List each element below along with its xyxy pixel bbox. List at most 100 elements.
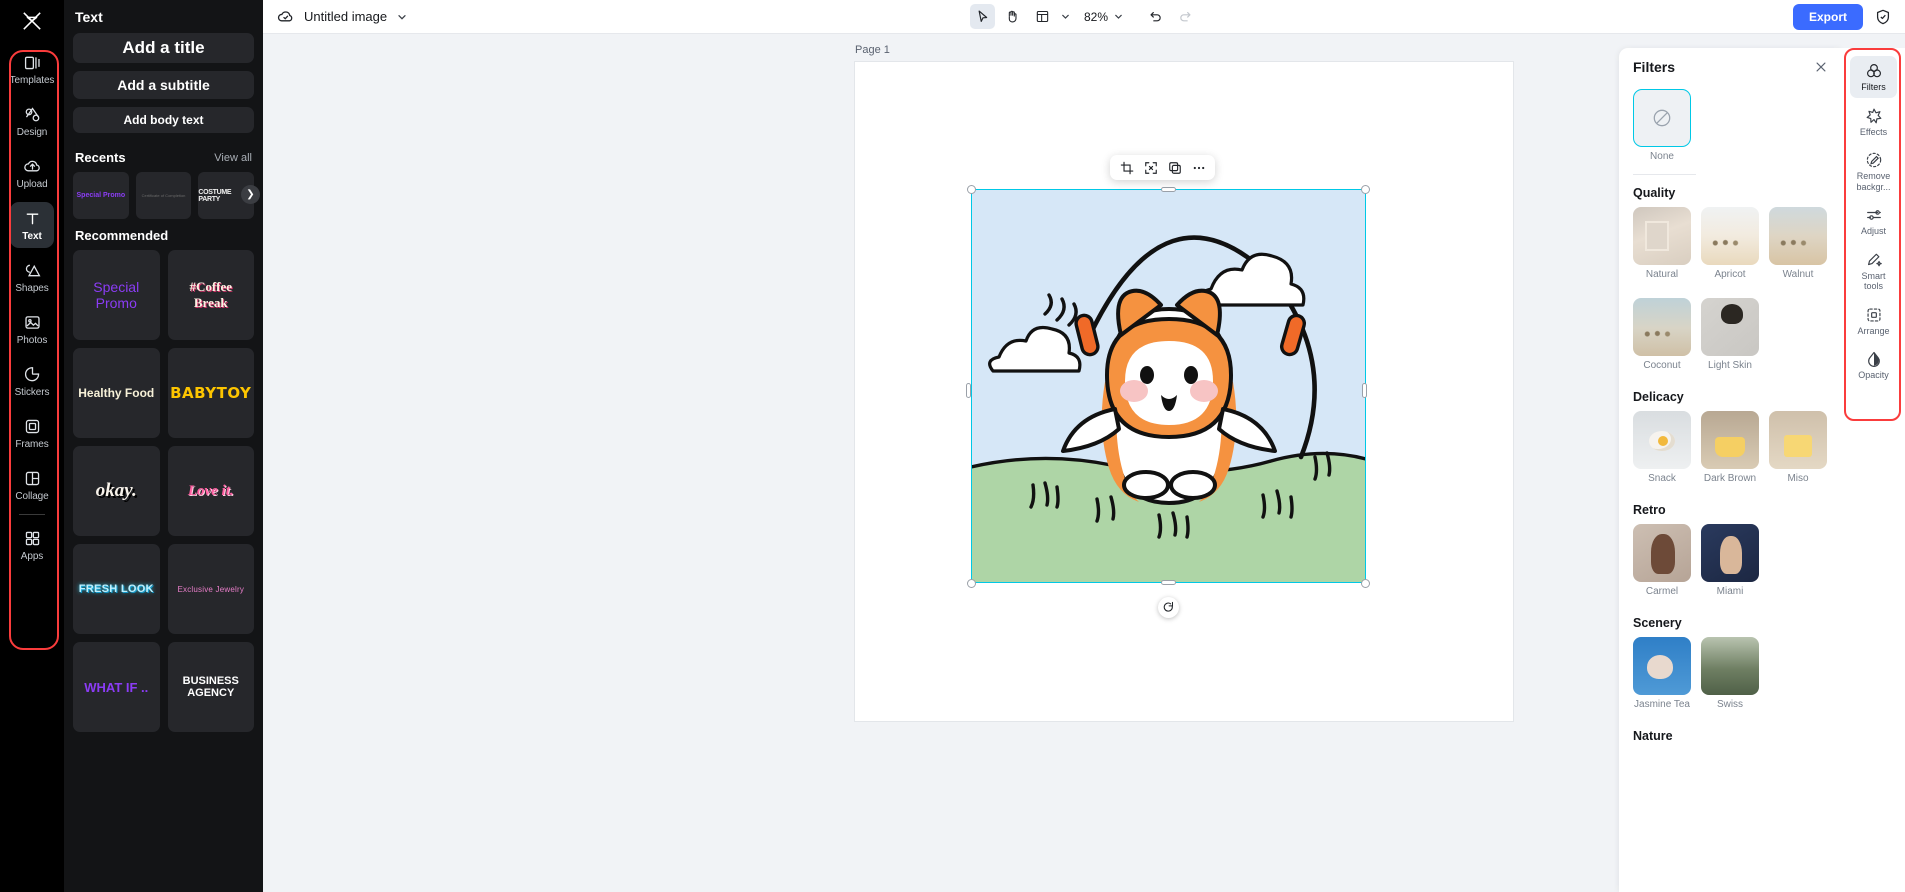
- recommended-grid: Special Promo #Coffee Break Healthy Food…: [73, 250, 254, 732]
- filter-item[interactable]: Coconut: [1633, 298, 1691, 371]
- template-card[interactable]: BUSINESS AGENCY: [167, 642, 254, 732]
- recent-item[interactable]: Special Promo: [73, 172, 129, 219]
- filter-group-title: Nature: [1633, 729, 1673, 743]
- filter-item[interactable]: Natural: [1633, 207, 1691, 280]
- template-card[interactable]: Healthy Food: [73, 348, 160, 438]
- template-card[interactable]: #Coffee Break: [167, 250, 254, 340]
- sidebar-label: Design: [16, 127, 48, 138]
- layout-chevron-down-icon[interactable]: [1060, 11, 1071, 22]
- filters-divider: [1633, 174, 1696, 175]
- tool-label: Smart tools: [1861, 270, 1886, 292]
- template-card[interactable]: BABYTOY: [167, 348, 254, 438]
- recents-view-all-link[interactable]: View all: [214, 152, 252, 164]
- recommended-heading: Recommended: [75, 228, 169, 243]
- panel-title: Text: [75, 9, 103, 25]
- filter-item[interactable]: Miso: [1769, 411, 1827, 484]
- add-title-button[interactable]: Add a title: [73, 33, 254, 63]
- zoom-level[interactable]: 82%: [1084, 10, 1108, 24]
- chevron-right-icon[interactable]: ❯: [241, 185, 260, 204]
- hand-tool-button[interactable]: [1000, 4, 1025, 29]
- filter-name: Miami: [1716, 586, 1744, 597]
- recent-item-label: Certificate of Completion: [141, 193, 186, 198]
- filter-group-retro: Carmel Miami: [1633, 524, 1828, 605]
- rotate-icon[interactable]: [1158, 597, 1179, 618]
- recents-list: Special Promo Certificate of Completion …: [73, 172, 260, 219]
- crop-button[interactable]: [1116, 157, 1137, 178]
- recommended-header: Recommended: [73, 219, 254, 250]
- resize-button[interactable]: [1140, 157, 1161, 178]
- shield-check-icon[interactable]: [1874, 8, 1892, 26]
- filter-name: Miso: [1787, 473, 1809, 484]
- template-card[interactable]: okay.: [73, 446, 160, 536]
- redo-button[interactable]: [1173, 4, 1198, 29]
- filter-name: Carmel: [1645, 586, 1679, 597]
- sidebar-label: Text: [22, 231, 42, 242]
- sidebar-item-shapes[interactable]: Shapes: [10, 254, 54, 300]
- zoom-chevron-down-icon[interactable]: [1113, 11, 1124, 22]
- more-button[interactable]: [1188, 157, 1209, 178]
- sidebar-label: Photos: [16, 335, 48, 346]
- sidebar-item-frames[interactable]: Frames: [10, 410, 54, 456]
- filter-item[interactable]: Carmel: [1633, 524, 1691, 597]
- sidebar-item-design[interactable]: Design: [10, 98, 54, 144]
- template-card[interactable]: Exclusive Jewelry: [167, 544, 254, 634]
- filter-item[interactable]: Miami: [1701, 524, 1759, 597]
- resize-handle-left[interactable]: [966, 383, 971, 398]
- template-card[interactable]: WHAT IF ..: [73, 642, 160, 732]
- filter-item[interactable]: Apricot: [1701, 207, 1759, 280]
- sidebar-item-upload[interactable]: Upload: [10, 150, 54, 196]
- tool-arrange[interactable]: Arrange: [1850, 300, 1897, 342]
- resize-handle-bottom[interactable]: [1161, 580, 1176, 585]
- close-icon[interactable]: [1814, 60, 1828, 74]
- filter-item[interactable]: Swiss: [1701, 637, 1759, 710]
- chevron-down-icon[interactable]: [396, 11, 408, 23]
- capcut-logo-icon[interactable]: [0, 4, 64, 38]
- select-tool-button[interactable]: [969, 4, 995, 29]
- filter-item[interactable]: Jasmine Tea: [1633, 637, 1691, 710]
- filter-thumbnail: [1633, 298, 1691, 356]
- add-subtitle-button[interactable]: Add a subtitle: [73, 71, 254, 99]
- apps-grid-icon: [23, 528, 42, 549]
- filter-thumbnail: [1633, 637, 1691, 695]
- sidebar-item-text[interactable]: Text: [10, 202, 54, 248]
- sidebar-item-collage[interactable]: Collage: [10, 462, 54, 508]
- tool-filters[interactable]: Filters: [1850, 56, 1897, 98]
- filter-name: Jasmine Tea: [1634, 699, 1690, 710]
- recent-item[interactable]: Certificate of Completion: [135, 172, 192, 219]
- template-label: FRESH LOOK: [78, 583, 154, 595]
- sidebar-item-apps[interactable]: Apps: [10, 522, 54, 568]
- tool-label: Remove backgr...: [1856, 171, 1891, 192]
- resize-handle-br[interactable]: [1361, 579, 1370, 588]
- tool-remove-background[interactable]: Remove backgr...: [1850, 145, 1897, 197]
- tool-adjust[interactable]: Adjust: [1850, 200, 1897, 242]
- filter-item[interactable]: Dark Brown: [1701, 411, 1759, 484]
- filter-none-item[interactable]: None: [1633, 85, 1828, 168]
- template-card[interactable]: Love it.: [167, 446, 254, 536]
- sidebar-item-stickers[interactable]: Stickers: [10, 358, 54, 404]
- layout-tool-button[interactable]: [1030, 4, 1055, 29]
- tool-effects[interactable]: Effects: [1850, 101, 1897, 143]
- filter-name: Apricot: [1714, 269, 1746, 280]
- sidebar-item-templates[interactable]: Templates: [10, 46, 54, 92]
- duplicate-button[interactable]: [1164, 157, 1185, 178]
- templates-icon: [23, 52, 42, 73]
- resize-handle-top[interactable]: [1161, 187, 1176, 192]
- resize-handle-right[interactable]: [1362, 383, 1367, 398]
- resize-handle-tl[interactable]: [967, 185, 976, 194]
- filter-item[interactable]: Walnut: [1769, 207, 1827, 280]
- selected-image[interactable]: [971, 189, 1366, 583]
- resize-handle-tr[interactable]: [1361, 185, 1370, 194]
- resize-handle-bl[interactable]: [967, 579, 976, 588]
- export-button[interactable]: Export: [1792, 3, 1863, 30]
- undo-button[interactable]: [1143, 4, 1168, 29]
- sidebar-item-photos[interactable]: Photos: [10, 306, 54, 352]
- filter-item[interactable]: Snack: [1633, 411, 1691, 484]
- template-label: Healthy Food: [78, 386, 155, 400]
- template-card[interactable]: FRESH LOOK: [73, 544, 160, 634]
- tool-opacity[interactable]: Opacity: [1850, 344, 1897, 386]
- document-title-group[interactable]: Untitled image: [276, 7, 408, 26]
- template-card[interactable]: Special Promo: [73, 250, 160, 340]
- tool-smart-tools[interactable]: Smart tools: [1850, 245, 1897, 297]
- add-body-text-button[interactable]: Add body text: [73, 107, 254, 133]
- filter-item[interactable]: Light Skin: [1701, 298, 1759, 371]
